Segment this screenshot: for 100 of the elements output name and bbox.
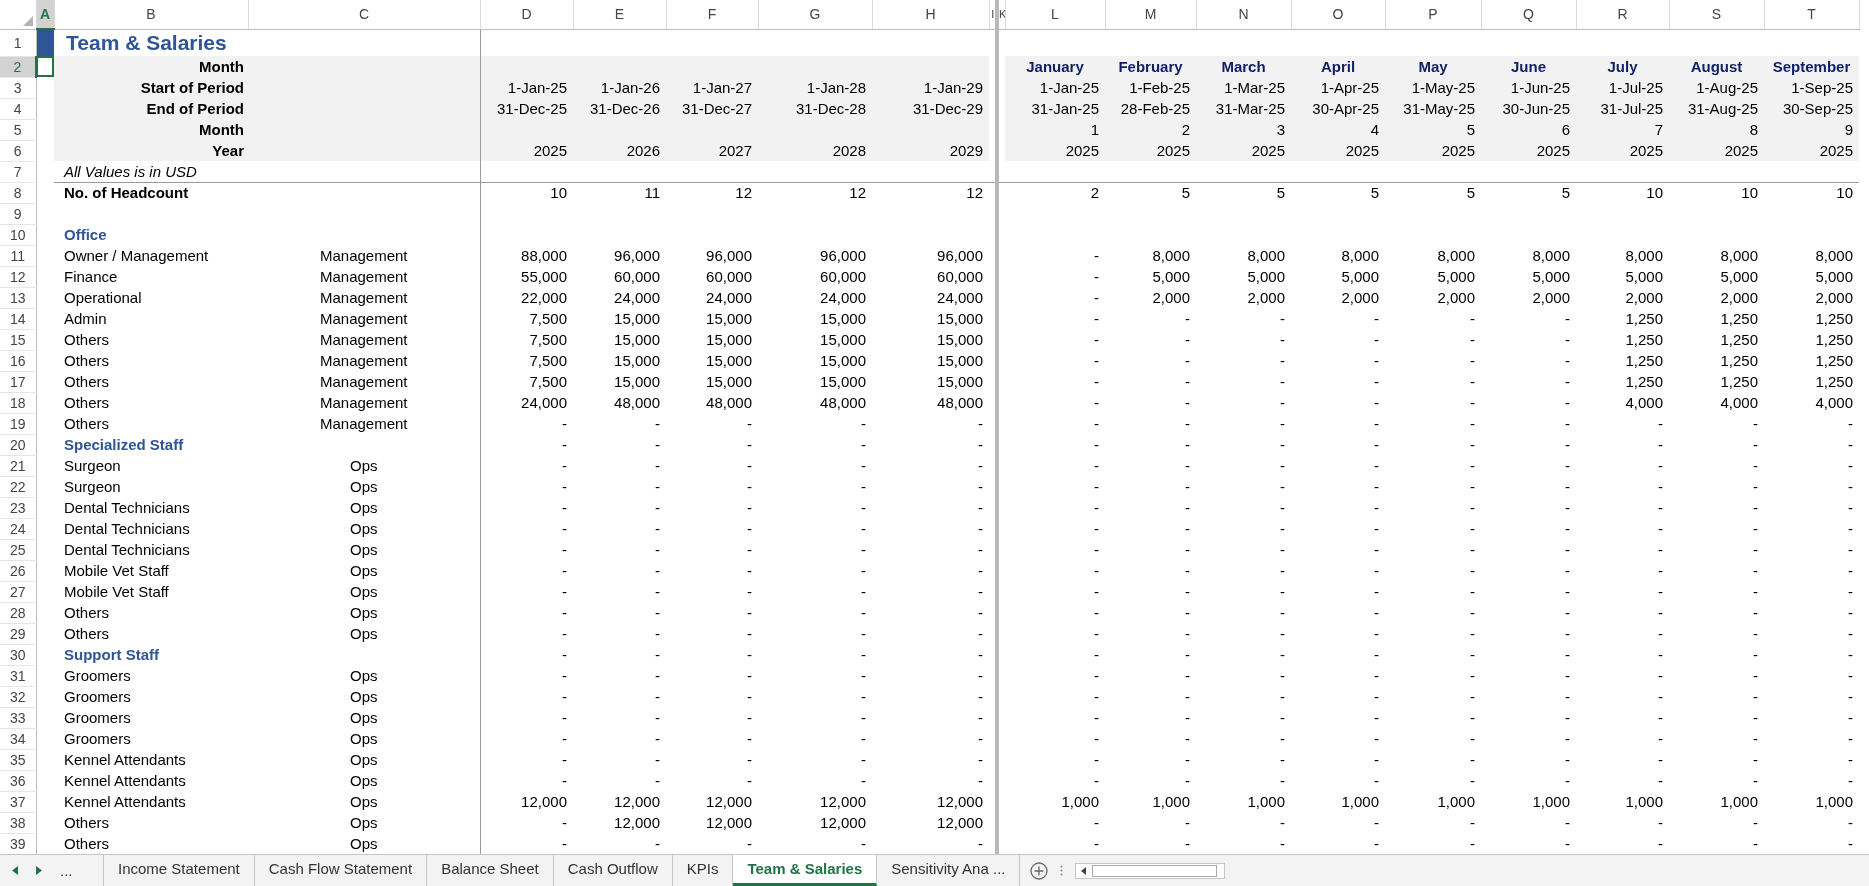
column-header[interactable]: E [573, 0, 666, 29]
column-header[interactable]: D [480, 0, 573, 29]
table-cell: Management [248, 350, 480, 371]
add-sheet-icon[interactable] [1030, 861, 1049, 880]
table-cell: - [480, 581, 573, 602]
row-header[interactable]: 13 [0, 287, 36, 308]
column-header[interactable]: O [1291, 0, 1385, 29]
horizontal-scrollbar[interactable] [1075, 862, 1226, 879]
column-header[interactable]: T [1764, 0, 1859, 29]
table-cell: No. of Headcount [54, 182, 248, 203]
row-header[interactable]: 38 [0, 812, 36, 833]
table-cell-text: - [1564, 456, 1571, 476]
table-cell-text: - [1752, 414, 1759, 434]
table-cell: 12 [758, 182, 872, 203]
table-cell-text: 24,000 [613, 288, 661, 308]
row-header[interactable]: 18 [0, 392, 36, 413]
row-header[interactable]: 4 [0, 98, 36, 119]
row-header[interactable]: 35 [0, 749, 36, 770]
table-cell-text: 15,000 [613, 330, 661, 350]
sheet-tab[interactable]: Team & Salaries [733, 855, 878, 886]
table-cell: Ops [248, 497, 480, 518]
row-header[interactable]: 31 [0, 665, 36, 686]
table-cell-text: - [1752, 624, 1759, 644]
more-tabs-button[interactable]: ... [60, 862, 73, 879]
column-header[interactable]: H [872, 0, 989, 29]
row-header[interactable]: 29 [0, 623, 36, 644]
column-header[interactable]: S [1669, 0, 1764, 29]
table-cell-text: - [1093, 519, 1100, 539]
row-header[interactable]: 12 [0, 266, 36, 287]
column-header[interactable]: C [248, 0, 480, 29]
row-header[interactable]: 7 [0, 161, 36, 182]
table-cell-text: Support Staff [63, 645, 160, 665]
table-cell-text: - [1752, 666, 1759, 686]
row-header[interactable]: 39 [0, 833, 36, 854]
row-header[interactable]: 19 [0, 413, 36, 434]
table-cell-text: - [1752, 729, 1759, 749]
column-header[interactable]: M [1105, 0, 1196, 29]
row-header[interactable]: 9 [0, 203, 36, 224]
scroll-left-icon[interactable] [12, 866, 18, 875]
column-header[interactable]: R [1576, 0, 1669, 29]
row-header[interactable]: 24 [0, 518, 36, 539]
sheet-tab[interactable]: Sensitivity Ana ... [877, 855, 1021, 886]
table-cell: 2025 [1669, 140, 1764, 161]
table-cell: 2 [1005, 182, 1105, 203]
row-header[interactable]: 27 [0, 581, 36, 602]
row-header[interactable]: 8 [0, 182, 36, 203]
row-header[interactable]: 3 [0, 77, 36, 98]
column-header[interactable]: L [1005, 0, 1105, 29]
row-header[interactable]: 26 [0, 560, 36, 581]
row-header[interactable]: 1 [0, 29, 36, 56]
row-header[interactable]: 30 [0, 644, 36, 665]
table-cell: 5 [1385, 182, 1481, 203]
scroll-right-icon[interactable] [36, 866, 42, 875]
row-header[interactable]: 21 [0, 455, 36, 476]
row-header[interactable]: 28 [0, 602, 36, 623]
row-header[interactable]: 36 [0, 770, 36, 791]
table-cell-text: - [1373, 519, 1380, 539]
table-cell-text: - [1564, 729, 1571, 749]
table-cell-text: - [1279, 351, 1286, 371]
row-header[interactable]: 34 [0, 728, 36, 749]
splitter-handle-icon[interactable] [1060, 865, 1064, 876]
row-header[interactable]: 22 [0, 476, 36, 497]
row-header[interactable]: 2 [0, 56, 36, 77]
table-cell: 30-Apr-25 [1291, 98, 1385, 119]
row-header[interactable]: 5 [0, 119, 36, 140]
row-header[interactable]: 17 [0, 371, 36, 392]
table-cell-text: 1,250 [1814, 351, 1854, 371]
column-header[interactable]: Q [1481, 0, 1576, 29]
scrollbar-thumb[interactable] [1092, 864, 1218, 877]
row-header[interactable]: 20 [0, 434, 36, 455]
row-header[interactable]: 23 [0, 497, 36, 518]
row-header[interactable]: 6 [0, 140, 36, 161]
table-cell-text: - [1279, 393, 1286, 413]
row-header[interactable]: 14 [0, 308, 36, 329]
table-cell-text: Others [63, 414, 110, 434]
row-header[interactable]: 37 [0, 791, 36, 812]
sheet-tab[interactable]: Cash Flow Statement [254, 855, 428, 886]
sheet-tab[interactable]: Income Statement [104, 855, 255, 886]
sheet-tab[interactable]: Cash Outflow [553, 855, 673, 886]
table-cell-text: 8,000 [1151, 246, 1191, 266]
row-header[interactable]: 15 [0, 329, 36, 350]
scroll-left-icon[interactable] [1081, 866, 1087, 875]
table-cell: - [480, 770, 573, 791]
table-cell-text: - [654, 687, 661, 707]
table-cell-text: Others [63, 624, 110, 644]
table-cell-text: - [1093, 498, 1100, 518]
column-header[interactable]: P [1385, 0, 1481, 29]
row-header[interactable]: 32 [0, 686, 36, 707]
sheet-tab[interactable]: Balance Sheet [427, 855, 554, 886]
row-header[interactable]: 16 [0, 350, 36, 371]
selected-cell[interactable] [36, 56, 54, 77]
column-header[interactable]: B [54, 0, 248, 29]
column-header[interactable]: F [666, 0, 758, 29]
table-cell-text: 8,000 [1814, 246, 1854, 266]
row-header[interactable]: 25 [0, 539, 36, 560]
row-header[interactable]: 33 [0, 707, 36, 728]
column-header[interactable]: G [758, 0, 872, 29]
row-header[interactable]: 11 [0, 245, 36, 266]
row-header[interactable]: 10 [0, 224, 36, 245]
column-header[interactable]: N [1196, 0, 1291, 29]
